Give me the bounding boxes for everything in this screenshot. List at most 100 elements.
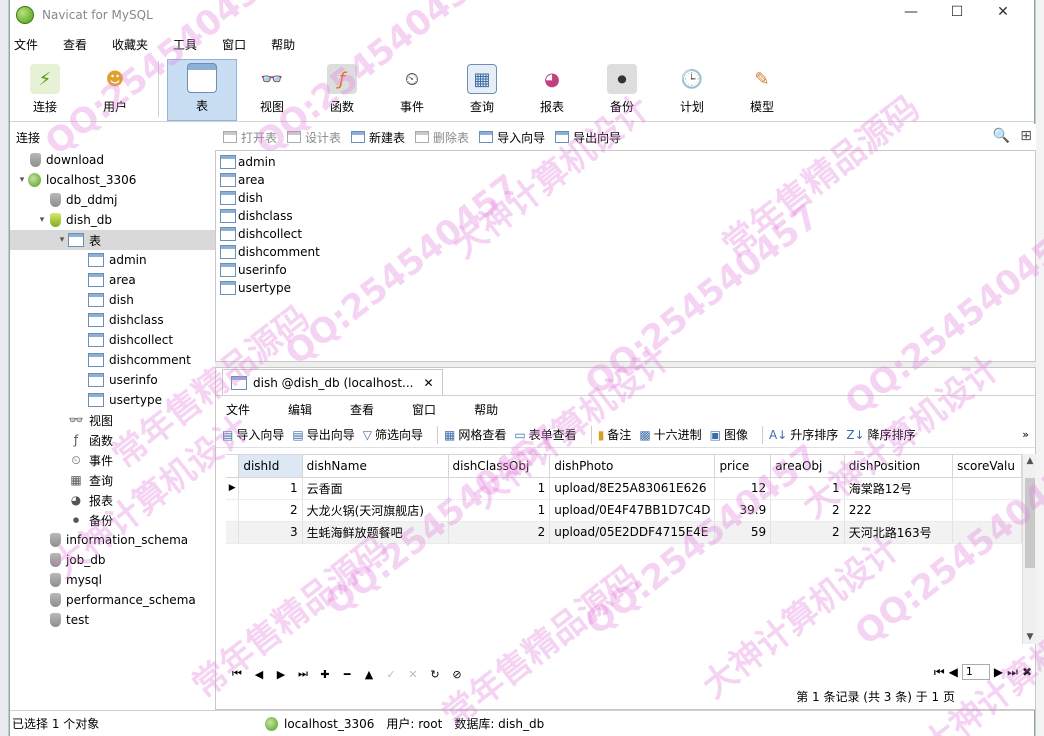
table-cell[interactable]: 大龙火锅(天河旗舰店) bbox=[302, 499, 449, 522]
table-menu-edit[interactable]: 编辑 bbox=[288, 401, 312, 418]
table-row[interactable]: 3 生蚝海鲜放题餐吧 2 upload/05E2DDF4715E4E 59 2 天河北路16… bbox=[226, 521, 1022, 544]
table-cell[interactable]: upload/05E2DDF4715E4E bbox=[549, 521, 716, 544]
object-list-item[interactable]: dishclass bbox=[216, 207, 1035, 225]
delete-record-icon[interactable]: ━ bbox=[336, 668, 358, 681]
column-header[interactable]: dishId bbox=[238, 455, 303, 478]
table-cell[interactable]: 39.9 bbox=[714, 499, 772, 522]
table-cell[interactable] bbox=[952, 477, 1022, 500]
menu-favorites[interactable]: 收藏夹 bbox=[112, 36, 161, 53]
table-row[interactable]: 2 大龙火锅(天河旗舰店) 1 upload/0E4F47BB1D7C4D 39.9 2 2… bbox=[226, 499, 1022, 522]
tree-item[interactable]: dishcollect bbox=[10, 330, 215, 350]
tree-item[interactable]: userinfo bbox=[10, 370, 215, 390]
menu-help[interactable]: 帮助 bbox=[271, 36, 308, 53]
object-list-item[interactable]: dish bbox=[216, 189, 1035, 207]
last-record-icon[interactable]: ⏭ bbox=[292, 667, 314, 681]
tree-item[interactable]: db_ddmj bbox=[10, 190, 215, 210]
table-button[interactable]: 表 bbox=[167, 59, 237, 121]
table-cell[interactable]: 1 bbox=[448, 499, 551, 522]
search-icon[interactable]: 🔍 bbox=[993, 128, 1010, 144]
object-list-item[interactable]: userinfo bbox=[216, 261, 1035, 279]
tree-item[interactable]: test bbox=[10, 610, 215, 630]
next-record-icon[interactable]: ▶ bbox=[270, 668, 292, 681]
more-tools-icon[interactable]: » bbox=[1022, 428, 1029, 441]
table-cell[interactable]: 2 bbox=[770, 521, 845, 544]
menu-file[interactable]: 文件 bbox=[14, 36, 51, 53]
table-cell[interactable]: 2 bbox=[448, 521, 551, 544]
design-table-button[interactable]: 设计表 bbox=[287, 129, 341, 146]
table-menu-window[interactable]: 窗口 bbox=[412, 401, 436, 418]
table-cell[interactable]: 1 bbox=[770, 477, 845, 500]
hex-button[interactable]: ▩ 十六进制 bbox=[639, 426, 701, 443]
scrollbar-thumb[interactable] bbox=[1025, 478, 1035, 568]
table-cell[interactable]: 1 bbox=[448, 477, 551, 500]
export-wizard-button[interactable]: 导出向导 bbox=[555, 129, 621, 146]
table-cell[interactable]: upload/0E4F47BB1D7C4D bbox=[549, 499, 716, 522]
report-button[interactable]: ◕ 报表 bbox=[517, 59, 587, 121]
table-cell[interactable]: 12 bbox=[714, 477, 772, 500]
object-list-item[interactable]: dishcollect bbox=[216, 225, 1035, 243]
scroll-up-icon[interactable]: ▲ bbox=[1023, 456, 1037, 466]
tree-item[interactable]: dish bbox=[10, 290, 215, 310]
table-cell[interactable]: 云香面 bbox=[302, 477, 449, 500]
tree-item[interactable]: ▾ 表 bbox=[10, 230, 215, 250]
table-cell[interactable]: upload/8E25A83061E626 bbox=[549, 477, 716, 500]
sort-descending-button[interactable]: Z↓ 降序排序 bbox=[846, 426, 915, 443]
object-list-item[interactable]: area bbox=[216, 171, 1035, 189]
column-header[interactable]: scoreValu bbox=[952, 455, 1022, 478]
last-page-icon[interactable]: ⏭ bbox=[1007, 665, 1018, 680]
table-cell[interactable] bbox=[952, 521, 1022, 544]
tree-item[interactable]: ▾ localhost_3306 bbox=[10, 170, 215, 190]
new-table-button[interactable]: 新建表 bbox=[351, 129, 405, 146]
schedule-button[interactable]: 🕒 计划 bbox=[657, 59, 727, 121]
delete-table-button[interactable]: 删除表 bbox=[415, 129, 469, 146]
maximize-button[interactable]: ☐ bbox=[934, 4, 980, 20]
table-cell[interactable]: 2 bbox=[770, 499, 845, 522]
open-table-button[interactable]: 打开表 bbox=[223, 129, 277, 146]
current-row-indicator-icon[interactable]: ▶ bbox=[226, 477, 240, 500]
tree-item[interactable]: ▦ 查询 bbox=[10, 470, 215, 490]
previous-page-icon[interactable]: ◀ bbox=[949, 665, 958, 679]
next-page-icon[interactable]: ▶ bbox=[994, 665, 1003, 679]
column-header[interactable]: price bbox=[714, 455, 772, 478]
menu-view[interactable]: 查看 bbox=[63, 36, 100, 53]
page-number-input[interactable]: 1 bbox=[961, 664, 990, 680]
table-row[interactable]: ▶ 1 云香面 1 upload/8E25A83061E626 12 1 海棠路12号 bbox=[226, 477, 1022, 500]
apply-icon[interactable]: ▲ bbox=[358, 668, 380, 681]
table-menu-help[interactable]: 帮助 bbox=[474, 401, 498, 418]
function-button[interactable]: ƒ 函数 bbox=[307, 59, 377, 121]
row-header[interactable] bbox=[226, 521, 240, 544]
first-record-icon[interactable]: ⏮ bbox=[226, 667, 248, 681]
minimize-button[interactable]: — bbox=[888, 4, 934, 20]
tree-item[interactable]: information_schema bbox=[10, 530, 215, 550]
table-cell[interactable]: 生蚝海鲜放题餐吧 bbox=[302, 521, 449, 544]
column-header[interactable]: dishPhoto bbox=[549, 455, 716, 478]
column-header[interactable]: areaObj bbox=[770, 455, 845, 478]
object-list-item[interactable]: usertype bbox=[216, 279, 1035, 297]
close-button[interactable]: ✕ bbox=[980, 4, 1026, 20]
tree-item[interactable]: ⏺ 备份 bbox=[10, 510, 215, 530]
event-button[interactable]: ⏲ 事件 bbox=[377, 59, 447, 121]
user-button[interactable]: ☻ 用户 bbox=[80, 59, 150, 121]
table-cell[interactable]: 2 bbox=[238, 499, 303, 522]
settings-icon[interactable]: ✖ bbox=[1022, 665, 1032, 679]
grid-view-button[interactable]: ▦ 网格查看 bbox=[444, 426, 506, 443]
table-cell[interactable]: 海棠路12号 bbox=[844, 477, 954, 500]
tree-item[interactable]: ▾ dish_db bbox=[10, 210, 215, 230]
close-tab-icon[interactable]: ✕ bbox=[423, 376, 433, 390]
tree-item[interactable]: ⏲ 事件 bbox=[10, 450, 215, 470]
previous-record-icon[interactable]: ◀ bbox=[248, 668, 270, 681]
grid-export-button[interactable]: ▤ 导出向导 bbox=[292, 426, 354, 443]
tree-item[interactable]: ƒ 函数 bbox=[10, 430, 215, 450]
expand-arrow-icon[interactable]: ▾ bbox=[56, 235, 68, 245]
tree-item[interactable]: usertype bbox=[10, 390, 215, 410]
grid-vertical-scrollbar[interactable]: ▲ ▼ bbox=[1022, 454, 1036, 644]
filter-wizard-button[interactable]: ▽ 筛选向导 bbox=[363, 426, 423, 443]
import-wizard-button[interactable]: 导入向导 bbox=[479, 129, 545, 146]
memo-button[interactable]: ▮ 备注 bbox=[598, 426, 632, 443]
first-page-icon[interactable]: ⏮ bbox=[934, 665, 945, 680]
tree-item[interactable]: dishclass bbox=[10, 310, 215, 330]
column-header[interactable]: dishName bbox=[302, 455, 449, 478]
model-button[interactable]: ✎ 模型 bbox=[727, 59, 797, 121]
stop-icon[interactable]: ⊘ bbox=[446, 668, 468, 681]
table-cell[interactable]: 222 bbox=[844, 499, 954, 522]
